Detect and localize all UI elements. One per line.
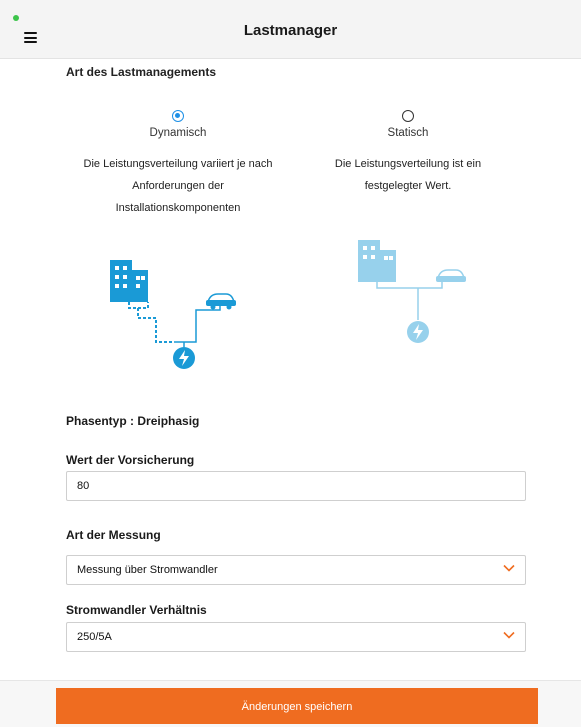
phase-type: Phasentyp : Dreiphasig	[66, 414, 199, 428]
ratio-value: 250/5A	[77, 631, 112, 643]
section-title: Art des Lastmanagements	[66, 65, 217, 79]
chevron-down-icon	[503, 564, 515, 572]
car-icon	[206, 293, 236, 310]
option-dynamic-label: Dynamisch	[149, 127, 207, 139]
chevron-down-icon	[503, 631, 515, 639]
radio-static[interactable]	[402, 110, 414, 122]
measurement-label: Art der Messung	[66, 528, 161, 542]
phase-type-value: Dreiphasig	[137, 414, 200, 428]
static-illustration	[358, 240, 466, 343]
radio-dynamic[interactable]	[172, 110, 184, 122]
measurement-value: Messung über Stromwandler	[77, 564, 218, 576]
building-icon	[110, 260, 148, 302]
dynamic-illustration	[110, 260, 236, 369]
option-static-description: Die Leistungsverteilung ist ein festgele…	[288, 153, 528, 197]
ratio-label: Stromwandler Verhältnis	[66, 603, 207, 617]
fuse-value: 80	[77, 480, 90, 492]
app-header: Lastmanager	[0, 0, 581, 59]
page-title: Lastmanager	[243, 22, 338, 39]
building-icon	[358, 240, 396, 282]
desc-line: festgelegter Wert.	[364, 180, 452, 192]
phase-type-label: Phasentyp :	[66, 414, 135, 428]
car-icon	[436, 269, 466, 282]
desc-line: Anforderungen der	[132, 180, 224, 192]
lightning-icon	[173, 347, 195, 369]
ratio-select[interactable]: 250/5A	[66, 622, 526, 652]
measurement-select[interactable]: Messung über Stromwandler	[66, 555, 526, 585]
fuse-label: Wert der Vorsicherung	[66, 453, 195, 467]
desc-line: Die Leistungsverteilung variiert je nach	[83, 158, 273, 170]
desc-line: Die Leistungsverteilung ist ein	[334, 158, 482, 170]
status-indicator	[13, 15, 19, 21]
fuse-input[interactable]: 80	[66, 471, 526, 501]
lightning-icon	[407, 321, 429, 343]
option-static-label: Statisch	[387, 127, 429, 139]
save-button[interactable]: Änderungen speichern	[56, 688, 538, 724]
option-dynamic[interactable]: Dynamisch Die Leistungsverteilung variie…	[58, 110, 298, 219]
option-static[interactable]: Statisch Die Leistungsverteilung ist ein…	[288, 110, 528, 197]
option-dynamic-description: Die Leistungsverteilung variiert je nach…	[58, 153, 298, 219]
desc-line: Installationskomponenten	[115, 202, 241, 214]
